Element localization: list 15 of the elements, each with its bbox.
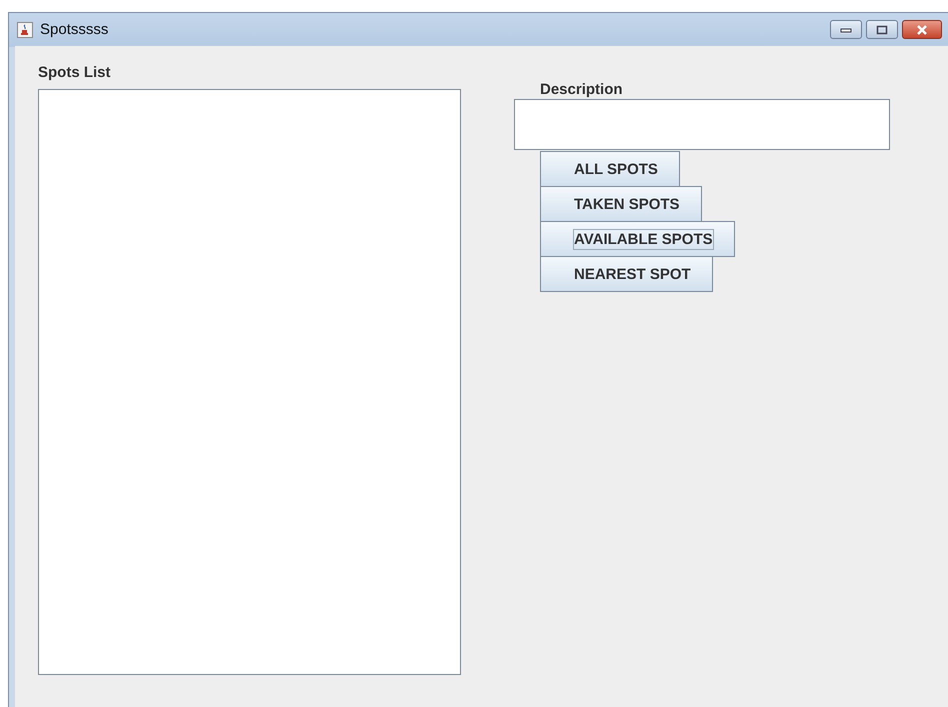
window-title: Spotsssss — [40, 21, 108, 38]
maximize-icon — [876, 24, 888, 34]
close-icon — [916, 24, 928, 34]
spots-button[interactable]: AVAILABLE SPOTS — [540, 221, 735, 257]
description-field[interactable] — [514, 99, 890, 150]
minimize-button[interactable] — [830, 20, 862, 39]
spots-button[interactable]: NEAREST SPOT — [540, 256, 713, 292]
maximize-button[interactable] — [866, 20, 898, 39]
minimize-icon — [840, 26, 852, 32]
close-button[interactable] — [902, 20, 942, 39]
spots-button[interactable]: TAKEN SPOTS — [540, 186, 702, 222]
spots-list-label: Spots List — [38, 64, 112, 81]
spots-button[interactable]: ALL SPOTS — [540, 151, 680, 187]
description-label: Description — [540, 81, 624, 98]
cup-icon — [17, 22, 33, 38]
